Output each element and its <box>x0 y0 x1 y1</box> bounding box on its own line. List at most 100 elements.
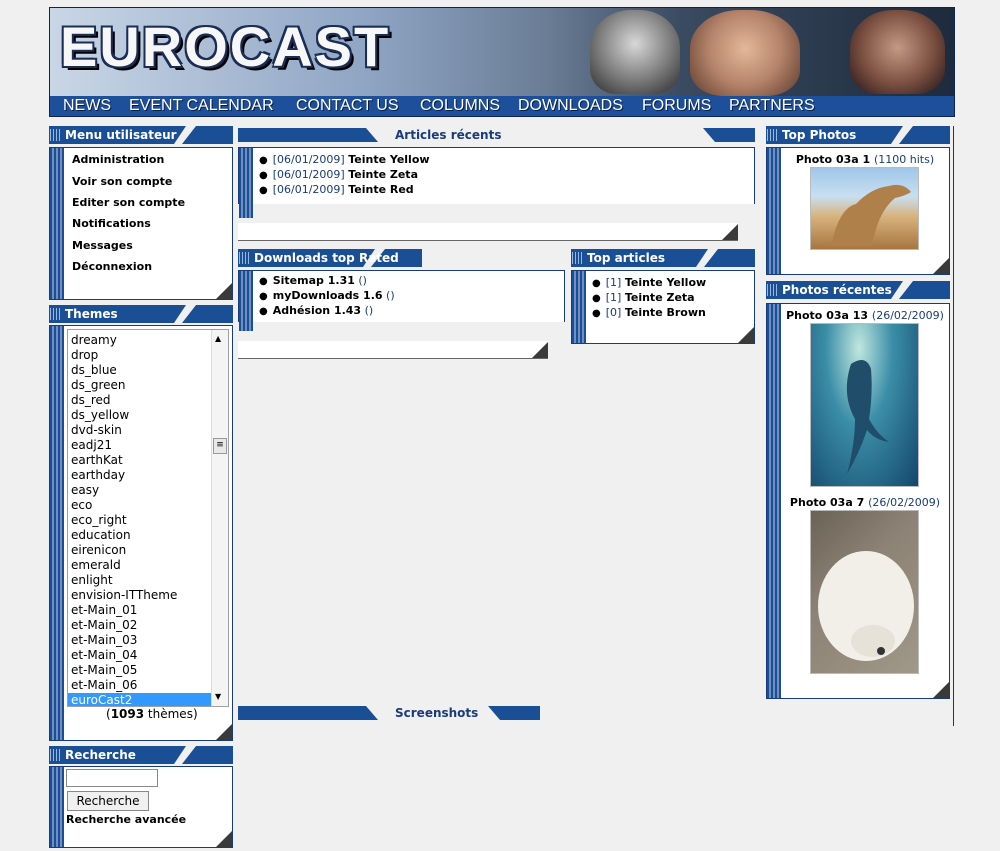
recent-photos-title: Photos récentes <box>782 283 892 297</box>
recent-photo-date: (26/02/2009) <box>871 309 944 322</box>
recent-article-link[interactable]: Teinte Red <box>348 183 413 196</box>
top-articles-title-bar: Top articles <box>571 249 755 267</box>
download-item[interactable]: ● Adhésion 1.43 () <box>259 304 373 317</box>
menu-link-logout[interactable]: Déconnexion <box>72 260 152 273</box>
theme-option[interactable]: ds_yellow <box>71 408 129 423</box>
download-link[interactable]: Sitemap 1.31 <box>273 274 355 287</box>
nav-downloads[interactable]: DOWNLOADS <box>518 97 623 115</box>
theme-option[interactable]: ds_green <box>71 378 126 393</box>
recent-article-link[interactable]: Teinte Zeta <box>348 168 418 181</box>
character-face-illustration-2 <box>850 10 945 94</box>
recent-article-item[interactable]: ● [06/01/2009] Teinte Yellow <box>259 153 430 166</box>
recent-photo-title[interactable]: Photo 03a 7 <box>790 496 864 509</box>
top-article-item[interactable]: ● [1] Teinte Zeta <box>592 291 695 304</box>
theme-option[interactable]: eirenicon <box>71 543 126 558</box>
polar-bear-photo[interactable] <box>810 510 919 674</box>
theme-option[interactable]: ds_red <box>71 393 111 408</box>
top-article-count: [1] <box>605 291 622 304</box>
nav-event-calendar[interactable]: EVENT CALENDAR <box>129 97 274 115</box>
recent-article-link[interactable]: Teinte Yellow <box>348 153 429 166</box>
download-rating: () <box>386 289 395 302</box>
dolphin-photo[interactable] <box>810 323 919 487</box>
user-menu-title: Menu utilisateur <box>65 128 177 142</box>
top-article-link[interactable]: Teinte Brown <box>625 306 706 319</box>
advanced-search-link[interactable]: Recherche avancée <box>66 813 186 826</box>
menu-link-notifications[interactable]: Notifications <box>72 217 151 230</box>
search-button[interactable]: Recherche <box>67 791 149 811</box>
theme-option[interactable]: enlight <box>71 573 113 588</box>
theme-option[interactable]: eco <box>71 498 92 513</box>
character-face-illustration <box>690 10 800 96</box>
menu-link-messages[interactable]: Messages <box>72 239 133 252</box>
recent-photos-box: Photo 03a 13 (26/02/2009) Photo 03a 7 (2… <box>766 303 950 699</box>
menu-link-administration[interactable]: Administration <box>72 153 164 166</box>
theme-option[interactable]: earthday <box>71 468 125 483</box>
recent-article-date[interactable]: [06/01/2009] <box>273 153 345 166</box>
theme-option[interactable]: euroCast2 <box>68 693 213 706</box>
theme-option[interactable]: et-Main_06 <box>71 678 137 693</box>
camel-icon <box>831 184 911 246</box>
top-article-link[interactable]: Teinte Yellow <box>625 276 706 289</box>
theme-option[interactable]: envision-ITTheme <box>71 588 177 603</box>
recent-photo-title[interactable]: Photo 03a 13 <box>786 309 868 322</box>
download-item[interactable]: ● Sitemap 1.31 () <box>259 274 367 287</box>
top-photo-caption[interactable]: Photo 03a 1 (1100 hits) <box>781 153 949 166</box>
menu-link-view-account[interactable]: Voir son compte <box>72 175 172 188</box>
camel-photo[interactable] <box>810 167 919 250</box>
theme-option[interactable]: eadj21 <box>71 438 112 453</box>
top-article-item[interactable]: ● [1] Teinte Yellow <box>592 276 706 289</box>
download-rating: () <box>364 304 374 317</box>
downloads-top-title: Downloads top Rated <box>254 251 399 265</box>
download-link[interactable]: myDownloads 1.6 <box>273 289 383 302</box>
download-item[interactable]: ● myDownloads 1.6 () <box>259 289 395 302</box>
recent-photo-caption[interactable]: Photo 03a 7 (26/02/2009) <box>781 496 949 509</box>
user-menu-title-bar: Menu utilisateur <box>49 126 233 144</box>
theme-option[interactable]: emerald <box>71 558 121 573</box>
theme-option[interactable]: et-Main_02 <box>71 618 137 633</box>
theme-option[interactable]: dvd-skin <box>71 423 122 438</box>
top-article-count: [0] <box>605 306 622 319</box>
theme-option[interactable]: dreamy <box>71 333 117 348</box>
nav-contact-us[interactable]: CONTACT US <box>296 97 399 115</box>
theme-option[interactable]: ds_blue <box>71 363 117 378</box>
themes-title-bar: Themes <box>49 305 233 323</box>
nav-partners[interactable]: PARTNERS <box>729 97 815 115</box>
nav-news[interactable]: NEWS <box>63 97 111 115</box>
recent-articles-footer <box>238 223 738 241</box>
themes-box: dreamy drop ds_blue ds_green ds_red ds_yellow… <box>49 325 233 741</box>
recent-article-item[interactable]: ● [06/01/2009] Teinte Red <box>259 183 414 196</box>
themes-count: (1093 thèmes) <box>106 707 198 721</box>
top-article-link[interactable]: Teinte Zeta <box>625 291 695 304</box>
recent-article-date[interactable]: [06/01/2009] <box>273 168 345 181</box>
theme-option[interactable]: education <box>71 528 131 543</box>
scroll-up-arrow-icon[interactable]: ▲ <box>215 334 221 343</box>
theme-select-list[interactable]: dreamy drop ds_blue ds_green ds_red ds_yellow… <box>67 329 229 707</box>
theme-option[interactable]: drop <box>71 348 98 363</box>
theme-option[interactable]: easy <box>71 483 99 498</box>
recent-article-item[interactable]: ● [06/01/2009] Teinte Zeta <box>259 168 418 181</box>
scroll-down-arrow-icon[interactable]: ▼ <box>215 692 221 701</box>
nav-columns[interactable]: COLUMNS <box>420 97 500 115</box>
recent-article-date[interactable]: [06/01/2009] <box>273 183 345 196</box>
theme-option[interactable]: et-Main_04 <box>71 648 137 663</box>
site-logo[interactable]: EUROCAST <box>60 14 390 79</box>
theme-option[interactable]: earthKat <box>71 453 123 468</box>
scroll-thumb[interactable]: ≡ <box>213 438 227 454</box>
nav-forums[interactable]: FORUMS <box>642 97 711 115</box>
download-link[interactable]: Adhésion 1.43 <box>273 304 361 317</box>
theme-option[interactable]: et-Main_01 <box>71 603 137 618</box>
top-photos-title: Top Photos <box>782 128 857 142</box>
theme-list-scrollbar[interactable]: ▲ ≡ ▼ <box>211 330 228 706</box>
theme-option[interactable]: et-Main_03 <box>71 633 137 648</box>
recent-articles-title: Articles récents <box>395 128 502 142</box>
top-photo-title[interactable]: Photo 03a 1 <box>796 153 870 166</box>
menu-link-edit-account[interactable]: Editer son compte <box>72 196 185 209</box>
recent-photo-caption[interactable]: Photo 03a 13 (26/02/2009) <box>781 309 949 322</box>
recent-articles-title-bar: Articles récents <box>238 126 755 144</box>
search-input[interactable] <box>66 769 158 787</box>
theme-option[interactable]: et-Main_05 <box>71 663 137 678</box>
theme-option[interactable]: eco_right <box>71 513 127 528</box>
top-photo-hits: (1100 hits) <box>874 153 935 166</box>
top-article-count: [1] <box>605 276 622 289</box>
top-article-item[interactable]: ● [0] Teinte Brown <box>592 306 706 319</box>
